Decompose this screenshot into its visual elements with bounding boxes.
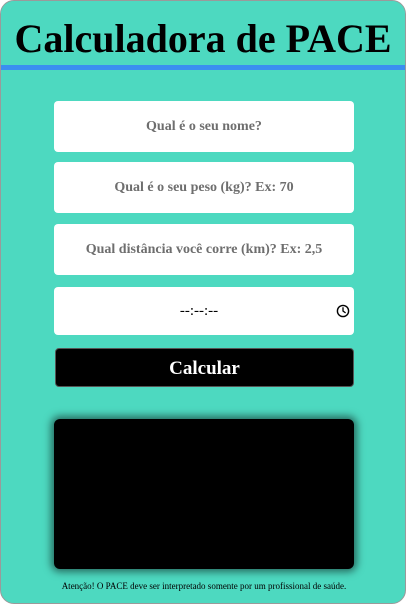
time-value: --:--:-- — [179, 303, 219, 319]
page-title: Calculadora de PACE — [14, 16, 392, 61]
clock-icon[interactable] — [336, 304, 350, 318]
calculate-button[interactable]: Calcular — [55, 348, 354, 387]
disclaimer-text: Atenção! O PACE deve ser interpretado so… — [61, 581, 347, 591]
header: Calculadora de PACE — [1, 1, 405, 70]
result-panel — [54, 419, 354, 569]
name-input[interactable] — [54, 101, 354, 152]
app-frame: Calculadora de PACE --:--:-- Calcular At… — [0, 0, 406, 604]
weight-input[interactable] — [54, 162, 354, 213]
time-input[interactable]: --:--:-- — [54, 287, 354, 335]
distance-input[interactable] — [54, 224, 354, 275]
